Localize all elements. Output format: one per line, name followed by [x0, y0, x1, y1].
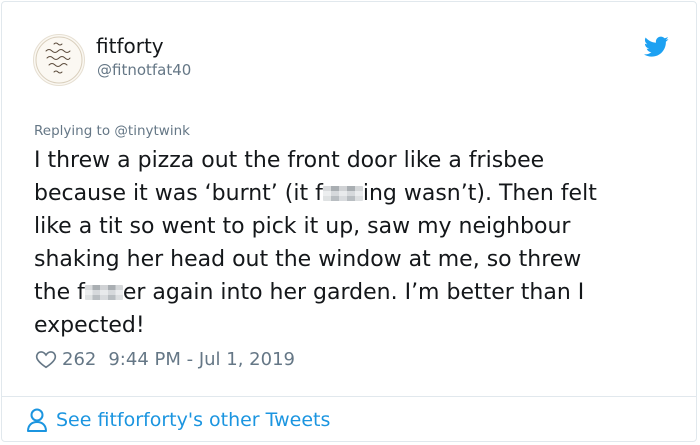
twitter-bird-icon[interactable] [644, 36, 669, 58]
tweet-timestamp[interactable]: 9:44 PM - Jul 1, 2019 [108, 349, 295, 370]
tweet-line: shaking her head out the window at me, s… [34, 247, 582, 272]
avatar[interactable] [33, 34, 85, 86]
tweet-text: I threw a pizza out the front door like … [34, 144, 674, 342]
tweet-line: expected! [34, 313, 145, 338]
tweet-line-segment: the f [34, 280, 85, 305]
reply-context[interactable]: Replying to @tinytwink [34, 123, 190, 139]
person-icon [27, 408, 47, 432]
tweet-line-segment: ing wasn’t). Then felt [362, 181, 597, 206]
tweet-line-segment: because it was ‘burnt’ (it f [34, 181, 323, 206]
tweet-line: because it was ‘burnt’ (it f ing wasn’t).… [34, 177, 674, 210]
divider [2, 396, 696, 397]
censored-word-blur [322, 186, 363, 201]
tweet-line-segment: er again into her garden. I’m better tha… [122, 280, 585, 305]
tweet-meta: 262 9:44 PM - Jul 1, 2019 [35, 347, 295, 371]
censored-word-blur [84, 285, 123, 300]
avatar-image [35, 36, 83, 84]
author-display-name[interactable]: fitforty [96, 34, 164, 58]
tweet-line: like a tit so went to pick it up, saw my… [34, 214, 571, 239]
tweet-line: I threw a pizza out the front door like … [34, 148, 545, 173]
like-count[interactable]: 262 [62, 349, 96, 370]
see-other-tweets-link[interactable]: See fitforforty's other Tweets [26, 407, 330, 433]
see-other-tweets-label: See fitforforty's other Tweets [56, 409, 331, 431]
tweet-card: fitforty @fitnotfat40 Replying to @tinyt… [1, 1, 697, 442]
author-handle[interactable]: @fitnotfat40 [97, 61, 191, 79]
tweet-line: the f er again into her garden. I’m bette… [34, 276, 674, 309]
heart-icon[interactable] [35, 348, 57, 370]
